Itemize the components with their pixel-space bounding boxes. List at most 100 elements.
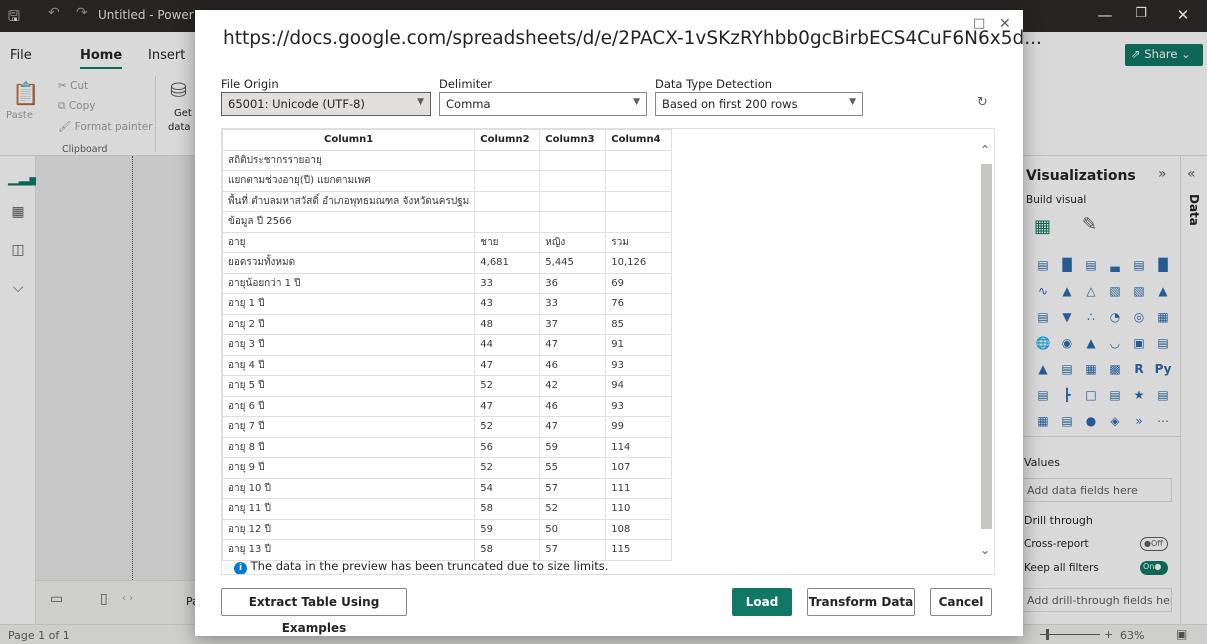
table-row: อายุ 3 ปี 44 47 91 bbox=[222, 334, 673, 356]
detection-label: Data Type Detection bbox=[655, 77, 773, 91]
extract-table-button[interactable]: Extract Table Using Examples bbox=[221, 588, 407, 635]
data-preview: Column1 Column2 Column3 Column4 สถิติประ… bbox=[221, 128, 995, 575]
csv-import-dialog: □ ✕ https://docs.google.com/spreadsheets… bbox=[195, 10, 1042, 636]
table-cell: อายุ 6 ปี bbox=[222, 395, 476, 417]
table-cell: อายุ 11 ปี bbox=[222, 498, 476, 520]
table-cell: 52 bbox=[474, 457, 541, 479]
table-row: อายุ 1 ปี 43 33 76 bbox=[222, 293, 673, 315]
table-row: อายุ 12 ปี 59 50 108 bbox=[222, 518, 673, 540]
table-row: อายุ 7 ปี 52 47 99 bbox=[222, 416, 673, 438]
vertical-scrollbar[interactable]: ⌃ ⌄ bbox=[978, 129, 994, 574]
table-cell: 59 bbox=[539, 436, 607, 458]
table-cell: 54 bbox=[474, 477, 541, 499]
table-cell: 52 bbox=[474, 416, 541, 438]
table-cell: 50 bbox=[539, 518, 607, 540]
table-cell: อายุ 3 ปี bbox=[222, 334, 476, 356]
table-row: อายุ 9 ปี 52 55 107 bbox=[222, 457, 673, 479]
table-cell bbox=[474, 211, 541, 233]
table-cell: 46 bbox=[539, 354, 607, 376]
table-cell: 44 bbox=[474, 334, 541, 356]
table-cell: ชาย bbox=[474, 231, 541, 253]
table-cell: 76 bbox=[605, 293, 673, 315]
table-row: พื้นที่ ตำบลมหาสวัสดิ์ อำเภอพุทธมณฑล จัง… bbox=[222, 190, 673, 212]
chevron-down-icon: ▼ bbox=[633, 97, 640, 107]
table-cell: 47 bbox=[539, 416, 607, 438]
table-cell: อายุ 12 ปี bbox=[222, 518, 476, 540]
table-cell: 57 bbox=[539, 477, 607, 499]
table-cell bbox=[539, 190, 607, 212]
table-row: แยกตามช่วงอายุ(ปี) แยกตามเพศ bbox=[222, 170, 673, 192]
table-cell: อายุ 10 ปี bbox=[222, 477, 476, 499]
table-cell: 37 bbox=[539, 313, 607, 335]
detection-value: Based on first 200 rows bbox=[662, 97, 798, 111]
table-cell: ยอดรวมทั้งหมด bbox=[222, 252, 476, 274]
detection-select[interactable]: Based on first 200 rows ▼ bbox=[655, 92, 863, 116]
table-row: อายุ 4 ปี 47 46 93 bbox=[222, 354, 673, 376]
table-cell: 47 bbox=[474, 354, 541, 376]
table-row: อายุ 11 ปี 58 52 110 bbox=[222, 498, 673, 520]
table-cell: 108 bbox=[605, 518, 673, 540]
table-cell: 46 bbox=[539, 395, 607, 417]
table-cell: 10,126 bbox=[605, 252, 673, 274]
cancel-button[interactable]: Cancel bbox=[930, 588, 992, 616]
scroll-down-icon[interactable]: ⌄ bbox=[980, 543, 990, 557]
table-cell: 5,445 bbox=[539, 252, 607, 274]
table-row: อายุ 2 ปี 48 37 85 bbox=[222, 313, 673, 335]
table-cell: 69 bbox=[605, 272, 673, 294]
preview-table: Column1 Column2 Column3 Column4 สถิติประ… bbox=[222, 129, 673, 561]
table-cell: 58 bbox=[474, 498, 541, 520]
table-cell: สถิติประชากรรายอายุ bbox=[222, 149, 476, 171]
table-cell: 33 bbox=[474, 272, 541, 294]
truncation-notice: i The data in the preview has been trunc… bbox=[234, 559, 609, 574]
table-row: อายุ 8 ปี 56 59 114 bbox=[222, 436, 673, 458]
table-row: อายุ 10 ปี 54 57 111 bbox=[222, 477, 673, 499]
table-cell: 59 bbox=[474, 518, 541, 540]
table-row: อายุ 13 ปี 58 57 115 bbox=[222, 539, 673, 561]
table-cell: อายุ 7 ปี bbox=[222, 416, 476, 438]
table-cell: 93 bbox=[605, 354, 673, 376]
table-cell: 33 bbox=[539, 293, 607, 315]
delimiter-label: Delimiter bbox=[439, 77, 493, 91]
table-cell bbox=[474, 190, 541, 212]
table-cell: อายุน้อยกว่า 1 ปี bbox=[222, 272, 476, 294]
file-origin-select[interactable]: 65001: Unicode (UTF-8) ▼ bbox=[221, 92, 431, 116]
delimiter-value: Comma bbox=[446, 97, 491, 111]
table-cell: อายุ 8 ปี bbox=[222, 436, 476, 458]
table-cell: 48 bbox=[474, 313, 541, 335]
table-cell: 52 bbox=[539, 498, 607, 520]
table-cell: 47 bbox=[474, 395, 541, 417]
table-cell: 58 bbox=[474, 539, 541, 561]
load-button[interactable]: Load bbox=[732, 588, 792, 616]
table-row: อายุ 6 ปี 47 46 93 bbox=[222, 395, 673, 417]
table-cell: 42 bbox=[539, 375, 607, 397]
table-cell bbox=[605, 170, 673, 192]
table-cell: 115 bbox=[605, 539, 673, 561]
table-cell: 4,681 bbox=[474, 252, 541, 274]
table-cell: 99 bbox=[605, 416, 673, 438]
table-cell: ข้อมูล ปี 2566 bbox=[222, 211, 476, 233]
table-cell bbox=[605, 190, 673, 212]
chevron-down-icon: ▼ bbox=[849, 97, 856, 107]
truncation-text: The data in the preview has been truncat… bbox=[250, 559, 609, 573]
transform-data-button[interactable]: Transform Data bbox=[807, 588, 915, 616]
scrollbar-thumb[interactable] bbox=[981, 164, 992, 529]
table-cell: 111 bbox=[605, 477, 673, 499]
delimiter-select[interactable]: Comma ▼ bbox=[439, 92, 647, 116]
scroll-up-icon[interactable]: ⌃ bbox=[980, 143, 990, 157]
table-cell: 56 bbox=[474, 436, 541, 458]
refresh-preview-icon[interactable]: ↻ bbox=[977, 95, 988, 110]
table-cell: 107 bbox=[605, 457, 673, 479]
column-header: Column2 bbox=[474, 129, 541, 151]
table-body: สถิติประชากรรายอายุ แยกตามช่วงอายุ(ปี) แย… bbox=[222, 149, 673, 561]
table-cell: 110 bbox=[605, 498, 673, 520]
column-header: Column4 bbox=[605, 129, 673, 151]
table-cell: 52 bbox=[474, 375, 541, 397]
table-cell bbox=[474, 149, 541, 171]
column-header: Column1 bbox=[222, 129, 476, 151]
table-cell: 93 bbox=[605, 395, 673, 417]
table-cell: อายุ 5 ปี bbox=[222, 375, 476, 397]
table-cell: อายุ 4 ปี bbox=[222, 354, 476, 376]
table-cell: อายุ bbox=[222, 231, 476, 253]
table-cell: 36 bbox=[539, 272, 607, 294]
table-cell: 91 bbox=[605, 334, 673, 356]
